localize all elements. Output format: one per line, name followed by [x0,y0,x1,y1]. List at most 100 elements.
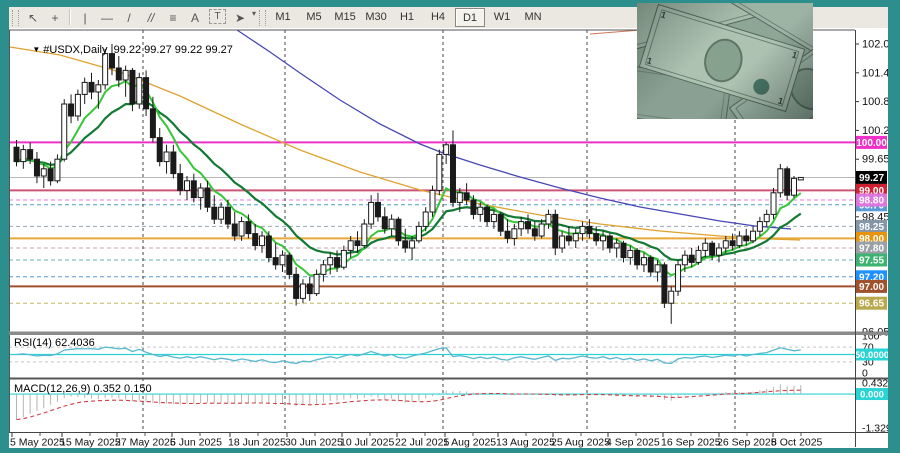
date-axis[interactable]: 5 May 202515 May 202527 May 20256 Jun 20… [10,433,823,448]
fibonacci-retracement-tool-button[interactable]: ≡ [162,9,184,27]
rsi-macd-separator [9,377,888,380]
text-label-tool-button[interactable]: T [209,8,226,24]
candle-body [265,235,272,259]
date-label: 5 May 2025 [10,437,65,449]
candle-body [770,192,777,215]
candle-body [68,103,75,117]
candle-body [702,242,709,251]
cursor-tool-button[interactable]: ↖ [22,9,44,27]
candle-body [654,264,661,273]
date-label: 25 Aug 2025 [551,437,610,449]
price-tick-label: 99.65 [862,154,888,166]
macd-indicator-label: MACD(12,26,9) 0.352 0.150 [14,383,152,395]
candle-body [620,242,627,259]
date-label: 10 Jul 2025 [340,437,394,449]
drawing-tools-group: ↖ + | — ///≡ A T ➤ ▾ [22,8,256,27]
date-label: 30 Jun 2025 [285,437,343,449]
date-label: 4 Sep 2025 [606,437,660,449]
candle-body [470,199,477,215]
candle-body [600,235,607,242]
rsi-mid-badge-label: 50.0000 [855,350,888,361]
candle-body [579,225,586,235]
candle-body [61,103,68,160]
timeframe-w1-button[interactable]: W1 [488,8,516,25]
timeframe-h4-button[interactable]: H4 [424,8,452,25]
candle-body [361,223,368,247]
timeframe-m1-button[interactable]: M1 [269,8,297,25]
candle-body [54,158,61,182]
toolbar-grip[interactable] [12,9,19,26]
candle-body [456,192,463,203]
timeframe-d1-button[interactable]: D1 [455,8,486,27]
candle-body [245,221,252,235]
candle-body [559,235,566,249]
candle-body [354,240,361,247]
candle-body [259,235,266,247]
arrows-tool-button[interactable]: ➤ [229,9,251,27]
main-rsi-separator [9,331,888,335]
timeframe-mn-button[interactable]: MN [519,8,547,25]
candle-body [511,228,518,239]
date-label: 15 May 2025 [60,437,121,449]
candle-body [463,192,470,201]
price-tick-label: 100.25 [862,125,888,137]
candle-body [695,249,702,263]
candle-body [593,233,600,242]
candle-body [122,69,129,81]
price-badge-label: 100.00 [856,138,887,149]
collapse-indicator-icon[interactable]: ▼ [32,45,40,54]
candle-body [88,81,95,93]
price-badge-label: 98.80 [859,196,884,207]
candle-body [606,235,613,249]
candle-body [525,221,531,230]
timeframe-m30-button[interactable]: M30 [362,8,390,25]
text-tool-button[interactable]: A [184,9,206,27]
candle-body [388,218,395,230]
date-label: 27 May 2025 [115,437,176,449]
timeframe-m15-button[interactable]: M15 [331,8,359,25]
price-axis[interactable]: 102.05101.45100.85100.2599.6598.4596.051… [855,39,888,435]
macd-zero-badge-label: 0.000 [860,390,884,401]
candle-body [709,242,716,256]
toolbar-grip[interactable] [259,9,267,26]
candle-body [40,168,47,177]
candle-body [647,257,654,273]
candle-body [449,144,456,203]
price-badge-label: 98.25 [859,222,884,233]
candle-body [429,189,436,213]
candle-body [402,240,409,249]
date-label: 18 Jun 2025 [228,437,286,449]
trend-line-tool-button[interactable]: / [118,9,140,27]
candle-body [763,213,770,223]
candle-body [156,137,163,163]
candle-body [299,283,306,299]
timeframe-h1-button[interactable]: H1 [393,8,421,25]
candle-body [681,254,688,266]
timeframe-m5-button[interactable]: M5 [300,8,328,25]
equidistant-channel-tool-button[interactable]: // [140,9,162,27]
candle-body [218,206,225,220]
candle-body [490,213,497,223]
price-tick-label: 102.05 [862,39,888,51]
candle-body [334,257,341,268]
vertical-line-tool-button[interactable]: | [74,9,96,27]
candle-body [518,221,525,230]
price-tick-label: 101.45 [862,67,888,79]
price-badge-label: 97.55 [859,256,884,267]
price-badge-label: 99.27 [859,173,884,184]
price-badge-label: 96.65 [859,299,884,310]
candle-body [374,201,381,218]
candle-body [395,218,402,242]
date-label: 8 Oct 2025 [771,437,823,449]
candle-body [497,213,504,232]
date-label: 16 Sep 2025 [661,437,721,449]
rsi-line [16,346,801,365]
crosshair-tool-button[interactable]: + [44,9,66,27]
candle-body [115,67,122,81]
candle-body [715,247,722,256]
candle-body [327,257,334,266]
candle-body [238,221,245,237]
arrows-dropdown-caret-icon[interactable]: ▾ [252,9,256,27]
date-label: 1 Aug 2025 [443,437,496,449]
horizontal-line-tool-button[interactable]: — [96,9,118,27]
